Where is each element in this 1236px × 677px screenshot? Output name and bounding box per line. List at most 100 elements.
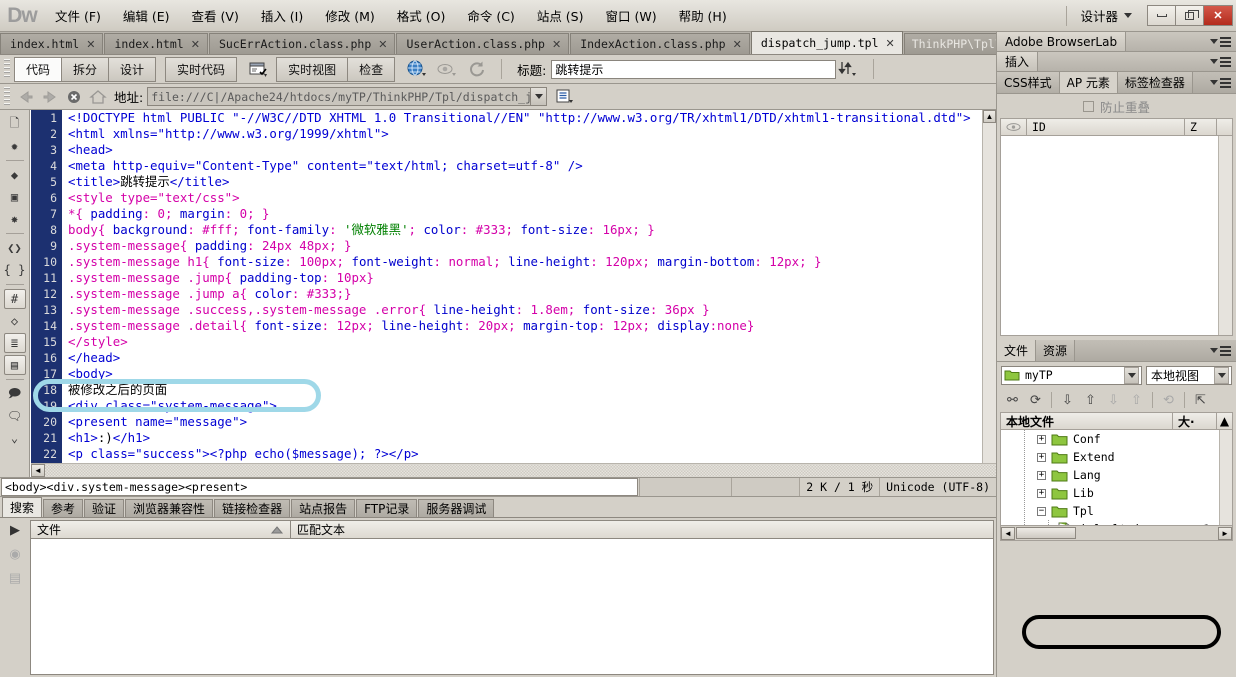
panel-menu-icon[interactable] bbox=[1210, 340, 1236, 361]
results-tab-4[interactable]: 链接检查器 bbox=[214, 499, 291, 517]
document-tab-0[interactable]: index.html ✕ bbox=[0, 33, 104, 54]
collapse-selection-icon[interactable]: ▣ bbox=[4, 187, 26, 207]
stop-icon[interactable] bbox=[62, 87, 86, 107]
menu-item-4[interactable]: 修改 (M) bbox=[314, 2, 386, 29]
word-wrap-icon[interactable]: ≣ bbox=[3, 333, 26, 353]
addressbar-gripper[interactable] bbox=[4, 86, 10, 107]
code-line[interactable]: <present name="message"> bbox=[68, 414, 983, 430]
forward-arrow-icon[interactable] bbox=[38, 87, 62, 107]
document-tab-3[interactable]: UserAction.class.php ✕ bbox=[396, 33, 570, 54]
stop-icon[interactable]: ◉ bbox=[9, 546, 20, 562]
collapse-icon[interactable]: − bbox=[1037, 506, 1046, 516]
files-tab-1[interactable]: 资源 bbox=[1036, 340, 1076, 361]
code-line[interactable]: </style> bbox=[68, 334, 983, 350]
chevron-down-icon[interactable] bbox=[530, 88, 547, 105]
code-line[interactable]: <div class="system-message"> bbox=[68, 398, 983, 414]
ap-col-z[interactable]: Z bbox=[1184, 119, 1216, 135]
chevron-down-icon[interactable] bbox=[1124, 366, 1139, 384]
menu-item-6[interactable]: 命令 (C) bbox=[456, 2, 525, 29]
view-button-2[interactable]: 设计 bbox=[109, 57, 156, 81]
view-select[interactable]: 本地视图 bbox=[1146, 365, 1232, 385]
results-tab-5[interactable]: 站点报告 bbox=[291, 499, 356, 517]
close-icon[interactable]: ✕ bbox=[886, 37, 895, 50]
results-tab-2[interactable]: 验证 bbox=[84, 499, 125, 517]
select-parent-tag-icon[interactable]: ❮❯ bbox=[4, 238, 26, 258]
live-view-button[interactable]: 实时视图 bbox=[277, 57, 349, 81]
code-line[interactable]: </head> bbox=[68, 350, 983, 366]
panel-menu-icon[interactable] bbox=[1210, 36, 1236, 47]
code-line[interactable]: body{ background: #fff; font-family: '微软… bbox=[68, 222, 983, 238]
ap-col-id[interactable]: ID bbox=[1027, 119, 1184, 135]
code-line[interactable]: <!DOCTYPE html PUBLIC "-//W3C//DTD XHTML… bbox=[68, 110, 983, 126]
document-tab-1[interactable]: index.html ✕ bbox=[104, 33, 208, 54]
expand-icon[interactable]: + bbox=[1037, 434, 1046, 444]
hscroll-track[interactable] bbox=[45, 464, 996, 477]
code-line[interactable]: <body> bbox=[68, 366, 983, 382]
code-line[interactable]: .system-message .jump{ padding-top: 10px… bbox=[68, 270, 983, 286]
style-tab-0[interactable]: CSS样式 bbox=[997, 72, 1060, 93]
results-col-text[interactable]: 匹配文本 bbox=[291, 521, 351, 538]
style-tab-1[interactable]: AP 元素 bbox=[1059, 72, 1118, 93]
sort-asc-icon[interactable] bbox=[270, 525, 284, 534]
collapse-full-tag-icon[interactable]: ◆ bbox=[4, 165, 26, 185]
view-button-1[interactable]: 拆分 bbox=[62, 57, 110, 81]
live-code-button[interactable]: 实时代码 bbox=[166, 57, 237, 81]
code-area[interactable]: 1 2 3 4 5 6 7 8 9 10 11 12 13 14 15 16 17 18 19 20 21 22 <!DO… bbox=[31, 110, 996, 477]
menu-item-0[interactable]: 文件 (F) bbox=[44, 2, 112, 29]
more-options-icon[interactable]: ⌄ bbox=[4, 428, 26, 448]
expand-icon[interactable]: + bbox=[1037, 452, 1046, 462]
ap-list-scrollbar[interactable] bbox=[1218, 136, 1232, 335]
save-report-icon[interactable]: ▤ bbox=[9, 570, 21, 586]
close-icon[interactable]: ✕ bbox=[733, 38, 742, 51]
expand-panel-icon[interactable]: ⇱ bbox=[1190, 390, 1211, 410]
code-vertical-scrollbar[interactable]: ▲ bbox=[982, 110, 996, 463]
menu-item-3[interactable]: 插入 (I) bbox=[250, 2, 314, 29]
get-files-icon[interactable]: ⇩ bbox=[1057, 390, 1078, 410]
synchronize-icon[interactable]: ⟲ bbox=[1158, 390, 1179, 410]
close-button[interactable]: ✕ bbox=[1204, 6, 1232, 25]
hscroll-thumb[interactable] bbox=[1016, 527, 1076, 539]
balance-braces-icon[interactable]: { } bbox=[4, 260, 26, 280]
line-numbers-icon[interactable]: # bbox=[3, 289, 26, 309]
panel-menu-icon[interactable] bbox=[1210, 56, 1236, 67]
file-tree-row[interactable]: + Lib bbox=[1001, 484, 1232, 502]
file-tree[interactable]: + Conf + Extend + Lang + Lib − Tpl <?> default_ju..… bbox=[1000, 430, 1233, 526]
code-line[interactable]: .system-message h1{ font-size: 100px; fo… bbox=[68, 254, 983, 270]
live-view-options-icon[interactable] bbox=[246, 59, 272, 80]
code-line[interactable]: .system-message .jump a{ color: #333;} bbox=[68, 286, 983, 302]
check-in-icon[interactable]: ⇧ bbox=[1126, 390, 1147, 410]
run-search-icon[interactable]: ▶ bbox=[10, 522, 20, 538]
wrap-tag-icon[interactable]: 🗨 bbox=[4, 406, 26, 426]
chevron-down-icon[interactable] bbox=[1214, 366, 1229, 384]
menu-item-1[interactable]: 编辑 (E) bbox=[112, 2, 181, 29]
document-tab-4[interactable]: IndexAction.class.php ✕ bbox=[570, 33, 750, 54]
visual-aids-icon[interactable] bbox=[434, 59, 460, 80]
document-tab-5[interactable]: dispatch_jump.tpl ✕ bbox=[750, 31, 903, 54]
style-tab-2[interactable]: 标签检查器 bbox=[1117, 72, 1193, 93]
code-text[interactable]: <!DOCTYPE html PUBLIC "-//W3C//DTD XHTML… bbox=[68, 110, 983, 463]
apply-comment-icon[interactable]: ▤ bbox=[3, 355, 26, 375]
view-button-0[interactable]: 代码 bbox=[15, 57, 63, 81]
document-tab-2[interactable]: SucErrAction.class.php ✕ bbox=[208, 33, 396, 54]
prevent-overlap-checkbox[interactable] bbox=[1082, 100, 1094, 112]
code-line[interactable]: .system-message .success,.system-message… bbox=[68, 302, 983, 318]
refresh-icon[interactable]: ⟳ bbox=[1025, 390, 1046, 410]
code-line[interactable]: <p class="success"><?php echo($message);… bbox=[68, 446, 983, 462]
code-line[interactable]: .system-message{ padding: 24px 48px; } bbox=[68, 238, 983, 254]
scroll-right-button[interactable]: ► bbox=[1218, 526, 1232, 540]
expand-icon[interactable]: + bbox=[1037, 488, 1046, 498]
toolbar-gripper[interactable] bbox=[4, 59, 10, 79]
connect-remote-icon[interactable]: ⚯ bbox=[1002, 390, 1023, 410]
file-tree-row[interactable]: − Tpl bbox=[1001, 502, 1232, 520]
close-icon[interactable]: ✕ bbox=[191, 38, 200, 51]
menu-item-8[interactable]: 窗口 (W) bbox=[594, 2, 667, 29]
code-line[interactable]: <h1>:)</h1> bbox=[68, 430, 983, 446]
results-tab-3[interactable]: 浏览器兼容性 bbox=[125, 499, 214, 517]
menu-item-5[interactable]: 格式 (O) bbox=[386, 2, 457, 29]
panel-menu-icon[interactable] bbox=[1210, 72, 1236, 93]
code-line[interactable]: <meta http-equiv="Content-Type" content=… bbox=[68, 158, 983, 174]
file-tree-hscroll[interactable]: ◄ ► bbox=[1000, 526, 1233, 541]
close-icon[interactable]: ✕ bbox=[378, 38, 387, 51]
results-tab-7[interactable]: 服务器调试 bbox=[418, 499, 495, 517]
scroll-up-button[interactable]: ▲ bbox=[1216, 413, 1232, 429]
